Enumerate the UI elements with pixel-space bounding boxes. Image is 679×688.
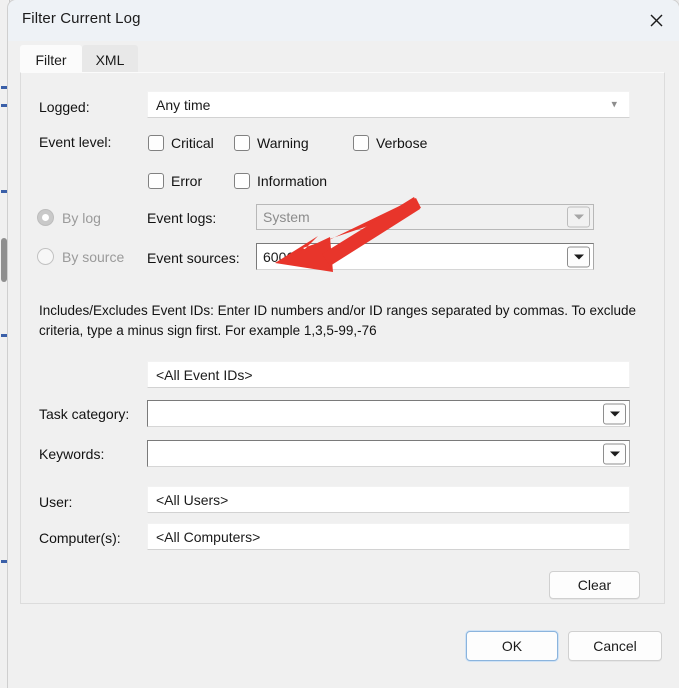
user-label: User:	[39, 494, 73, 510]
checkbox-box-icon	[148, 173, 164, 189]
background-marker	[1, 190, 7, 193]
dropdown-arrow-icon[interactable]	[567, 246, 590, 267]
checkbox-critical[interactable]: Critical	[148, 135, 214, 151]
filter-current-log-dialog: Filter Current Log Filter XML Logged: An…	[8, 0, 679, 688]
dropdown-arrow-icon	[567, 206, 590, 228]
event-sources-value: 6006	[263, 248, 295, 265]
dropdown-arrow-icon[interactable]	[603, 443, 626, 464]
checkbox-error[interactable]: Error	[148, 173, 202, 189]
close-button[interactable]	[633, 0, 679, 41]
event-sources-label: Event sources:	[147, 250, 240, 266]
checkbox-label: Warning	[257, 135, 309, 151]
keywords-combobox[interactable]	[147, 440, 630, 467]
computers-value: <All Computers>	[156, 528, 261, 545]
radio-label: By log	[62, 209, 101, 226]
radio-label: By source	[62, 248, 125, 265]
background-marker	[1, 86, 7, 89]
task-category-combobox[interactable]	[147, 400, 630, 427]
ok-button[interactable]: OK	[466, 631, 558, 661]
checkbox-label: Error	[171, 173, 203, 189]
user-value: <All Users>	[156, 491, 229, 508]
checkbox-information[interactable]: Information	[234, 173, 327, 189]
computers-input[interactable]: <All Computers>	[147, 523, 630, 550]
task-category-label: Task category:	[39, 406, 130, 422]
radio-by-source[interactable]: By source	[37, 248, 124, 265]
user-input[interactable]: <All Users>	[147, 486, 630, 513]
radio-by-log[interactable]: By log	[37, 209, 101, 226]
radio-unselected-icon	[37, 248, 54, 265]
checkbox-label: Information	[257, 173, 328, 189]
event-logs-label: Event logs:	[147, 210, 217, 226]
checkbox-label: Critical	[171, 135, 214, 151]
background-marker	[1, 334, 7, 337]
cancel-button[interactable]: Cancel	[568, 631, 662, 661]
checkbox-box-icon	[353, 135, 369, 151]
event-level-label: Event level:	[39, 134, 112, 150]
checkbox-warning[interactable]: Warning	[234, 135, 309, 151]
tab-strip: Filter XML	[8, 41, 679, 74]
checkbox-box-icon	[234, 173, 250, 189]
dialog-titlebar: Filter Current Log	[8, 0, 679, 41]
event-logs-combobox: System	[256, 204, 594, 230]
background-scrollbar-thumb[interactable]	[1, 238, 7, 282]
checkbox-box-icon	[148, 135, 164, 151]
tab-filter[interactable]: Filter	[20, 45, 82, 74]
radio-selected-icon	[37, 209, 54, 226]
event-ids-help-text: Includes/Excludes Event IDs: Enter ID nu…	[39, 303, 637, 338]
filter-panel: Logged: Any time ▾ Event level: Critical…	[20, 72, 665, 604]
checkbox-label: Verbose	[376, 135, 428, 151]
event-sources-input[interactable]: 6006	[256, 243, 594, 270]
background-scrollbar[interactable]	[0, 0, 8, 688]
logged-label: Logged:	[39, 99, 90, 115]
clear-button[interactable]: Clear	[549, 571, 640, 599]
keywords-label: Keywords:	[39, 446, 105, 462]
dialog-title: Filter Current Log	[22, 10, 141, 27]
dropdown-arrow-icon[interactable]	[603, 403, 626, 424]
close-icon	[650, 14, 662, 27]
checkbox-box-icon	[234, 135, 250, 151]
logged-combobox[interactable]: Any time ▾	[147, 91, 630, 118]
background-marker	[1, 104, 7, 107]
checkbox-verbose[interactable]: Verbose	[353, 135, 427, 151]
tab-xml[interactable]: XML	[82, 45, 138, 74]
computers-label: Computer(s):	[39, 530, 121, 546]
background-marker	[1, 560, 7, 563]
chevron-down-icon: ▾	[611, 98, 617, 110]
event-logs-value: System	[263, 209, 310, 225]
event-ids-input[interactable]: <All Event IDs>	[147, 361, 630, 388]
logged-value: Any time	[156, 96, 211, 113]
event-ids-value: <All Event IDs>	[156, 366, 253, 383]
